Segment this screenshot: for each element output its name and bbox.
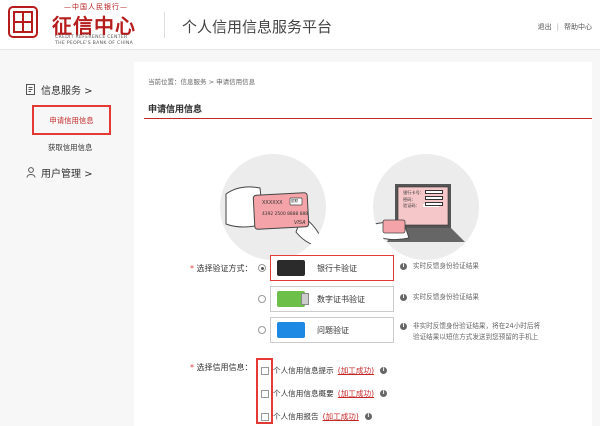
report-row: 个人信用信息概要 (加工成功) i	[273, 388, 388, 399]
breadcrumb: 当前位置：信息服务 > 申请信用信息	[148, 78, 256, 86]
credit-center-seal-icon	[8, 6, 38, 38]
report-label: 个人信用报告	[273, 412, 319, 421]
radio-bank-card[interactable]	[258, 264, 266, 272]
logo-divider	[164, 12, 165, 38]
method-label: 银行卡验证	[317, 263, 357, 273]
radio-question[interactable]	[258, 326, 266, 334]
method-bank-card[interactable]: 银行卡验证	[270, 255, 394, 281]
checkbox-report-summary[interactable]	[261, 390, 269, 398]
user-icon	[26, 167, 36, 178]
top-links: 退出 | 帮助中心	[538, 22, 592, 32]
required-mark: *	[190, 264, 194, 273]
bank-card-icon	[277, 260, 305, 276]
sidebar-item-info-service[interactable]: 信息服务 >	[26, 82, 93, 97]
question-card-icon	[277, 322, 305, 338]
hint-text: 实时反馈身份验证结果	[413, 262, 479, 270]
verify-method-label-text: 选择验证方式：	[196, 264, 253, 273]
report-row: 个人信用报告 (加工成功) i	[273, 411, 372, 422]
card-chip-text: 银联	[291, 199, 299, 203]
laptop-field-captcha	[425, 202, 443, 206]
main-panel: 当前位置：信息服务 > 申请信用信息 申请信用信息 XXXXXX 银联 4392…	[134, 62, 592, 426]
logo-english-line-1: CREDIT REFERENCE CENTER	[55, 35, 128, 40]
info-icon: i	[364, 413, 372, 420]
platform-title: 个人信用信息服务平台	[182, 18, 333, 36]
card-name-text: XXXXXX	[262, 200, 283, 206]
method-hint: i 实时反馈身份验证结果	[400, 261, 479, 272]
checkbox-report-hint[interactable]	[261, 367, 269, 375]
sidebar-item-user-management[interactable]: 用户管理 >	[26, 165, 93, 180]
method-question[interactable]: 问题验证	[270, 317, 394, 343]
hint-text-multiline: 非实时反馈身份验证结果，将在24小时后将 验证结果以短信方式发送到您预留的手机上	[413, 321, 540, 343]
radio-digital-cert[interactable]	[258, 295, 266, 303]
link-divider: |	[556, 23, 559, 31]
document-icon	[26, 84, 35, 95]
sidebar-item-apply-credit-info[interactable]: 申请信用信息	[32, 105, 111, 135]
card-number-text: 4392 2500 8888 888	[262, 212, 309, 217]
header: —中国人民银行— 征信中心 CREDIT REFERENCE CENTER TH…	[0, 0, 600, 50]
laptop-form-labels: 银行卡号： 密码： 验证码：	[403, 190, 424, 210]
report-status-link[interactable]: (加工成功)	[338, 365, 374, 376]
report-label: 个人信用信息概要	[273, 389, 334, 398]
method-hint: i 非实时反馈身份验证结果，将在24小时后将 验证结果以短信方式发送到您预留的手机上	[400, 321, 540, 343]
sidebar-item-label: 信息服务 >	[41, 86, 93, 97]
hint-text-line-1: 非实时反馈身份验证结果，将在24小时后将	[413, 322, 541, 330]
laptop-field-card	[425, 190, 443, 194]
laptop-illustration: 银行卡号： 密码： 验证码：	[373, 154, 479, 260]
logo-english-line-2: THE PEOPLE'S BANK OF CHINA	[55, 41, 134, 46]
info-icon: i	[400, 323, 407, 330]
checkbox-report-full[interactable]	[261, 413, 269, 421]
method-digital-cert[interactable]: 数字证书验证	[270, 286, 394, 312]
sidebar-item-label: 申请信用信息	[49, 115, 94, 125]
info-icon: i	[380, 390, 388, 397]
hint-text-line-2: 验证结果以短信方式发送到您预留的手机上	[413, 333, 539, 341]
sidebar-item-get-credit-info[interactable]: 获取信用信息	[48, 142, 92, 153]
required-mark: *	[190, 363, 194, 372]
report-row: 个人信用信息提示 (加工成功) i	[273, 365, 388, 376]
credit-info-label-text: 选择信用信息：	[196, 363, 253, 372]
laptop-field-password	[425, 196, 443, 200]
laptop-label-captcha: 验证码：	[403, 203, 420, 208]
report-status-link[interactable]: (加工成功)	[323, 411, 359, 422]
credit-info-label: * 选择信用信息：	[190, 362, 253, 373]
laptop-icon	[374, 184, 465, 242]
verify-method-label: * 选择验证方式：	[190, 263, 253, 274]
laptop-label-card: 银行卡号：	[403, 190, 424, 195]
logout-link[interactable]: 退出	[538, 23, 552, 31]
page-title: 申请信用信息	[148, 105, 203, 115]
info-icon: i	[380, 367, 388, 374]
title-underline	[144, 118, 592, 119]
info-icon: i	[400, 263, 407, 270]
info-icon: i	[400, 294, 407, 301]
bank-card-illustration: XXXXXX 银联 4392 2500 8888 888 VISA	[220, 154, 326, 260]
method-hint: i 实时反馈身份验证结果	[400, 292, 479, 303]
usb-key-icon	[277, 291, 309, 307]
hand-holding-card-icon	[225, 186, 321, 247]
method-label: 问题验证	[317, 325, 349, 335]
report-status-link[interactable]: (加工成功)	[338, 388, 374, 399]
hint-text: 实时反馈身份验证结果	[413, 293, 479, 301]
sidebar-item-label: 用户管理 >	[41, 169, 93, 180]
method-label: 数字证书验证	[317, 294, 365, 304]
help-center-link[interactable]: 帮助中心	[564, 23, 592, 31]
report-label: 个人信用信息提示	[273, 366, 334, 375]
card-brand-text: VISA	[294, 220, 306, 226]
